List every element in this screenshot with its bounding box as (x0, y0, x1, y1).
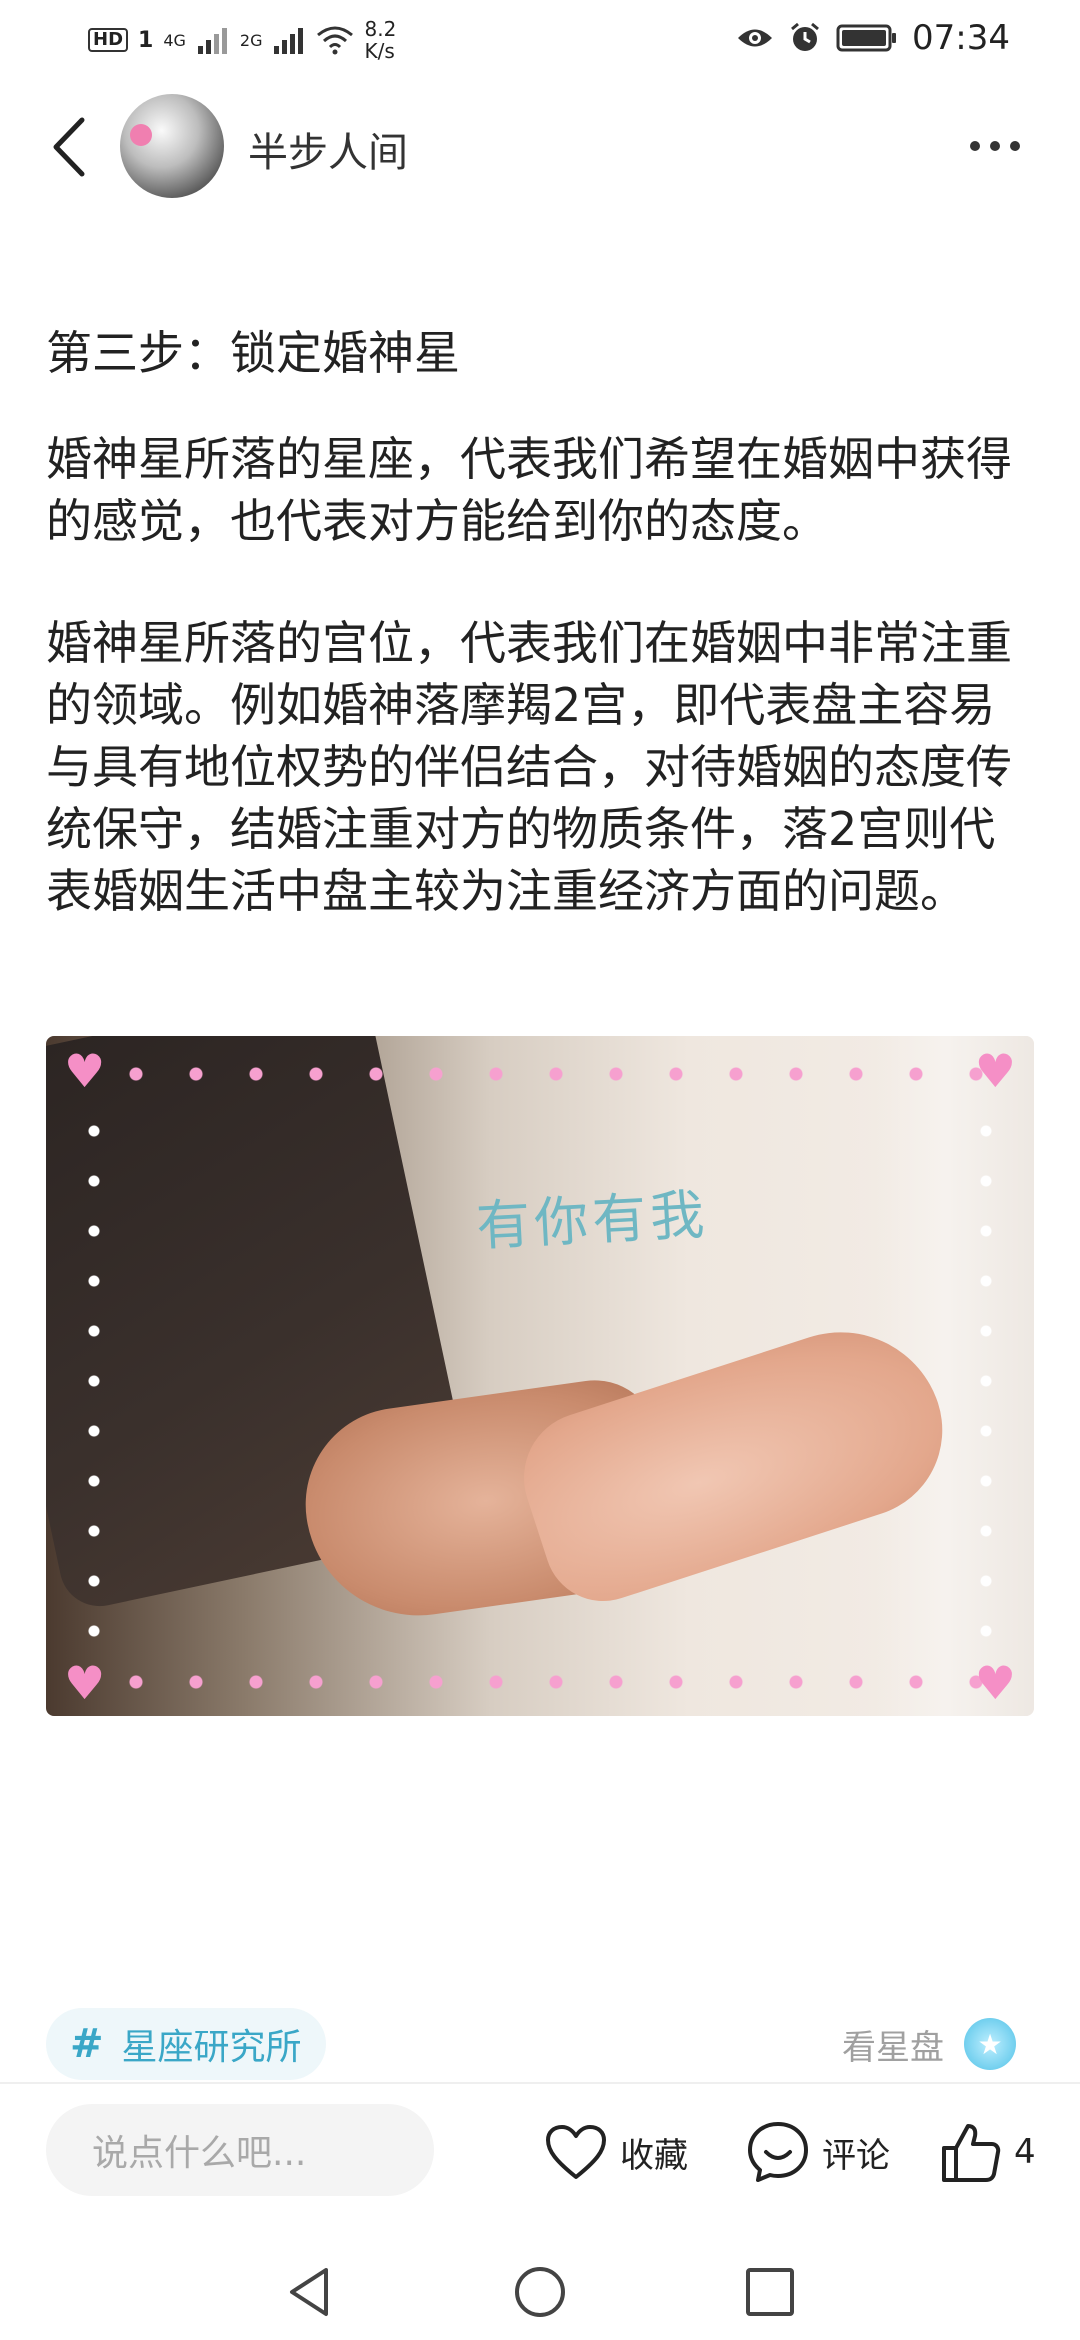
net-speed-value: 8.2 (364, 17, 397, 41)
comment-input[interactable]: 说点什么吧... (46, 2104, 434, 2196)
bottom-bar-divider (0, 2082, 1080, 2084)
signal-4g-label: 4G (163, 30, 186, 50)
heart-outline-icon (546, 2125, 606, 2179)
system-nav-bar (0, 2240, 1080, 2340)
back-arrow-icon[interactable] (42, 112, 102, 182)
hd-badge: HD (88, 28, 129, 52)
image-dot-border-left (86, 1106, 102, 1646)
comment-label: 评论 (822, 2135, 890, 2176)
like-count: 4 (1014, 2132, 1036, 2172)
dot (970, 141, 980, 151)
heart-icon: ♥ (974, 1656, 1016, 1710)
nav-back-triangle-icon[interactable] (282, 2264, 338, 2320)
status-left: HD 1 4G 2G 8.2 K/s (88, 18, 396, 62)
image-caption-art: 有你有我 (474, 1182, 710, 1259)
favorite-button[interactable]: 收藏 (544, 2112, 688, 2192)
hash-icon: # (70, 2021, 104, 2067)
post-header: 半步人间 (0, 90, 1080, 200)
image-dot-border-top (106, 1066, 986, 1082)
comment-button[interactable]: 评论 (746, 2112, 890, 2192)
net-speed: 8.2 K/s (364, 18, 396, 62)
see-chart-label: 看星盘 (842, 2027, 944, 2068)
nav-home-circle-icon[interactable] (512, 2264, 568, 2320)
favorite-label: 收藏 (620, 2135, 688, 2176)
sim1-label: 1 (138, 27, 154, 53)
battery-icon (836, 24, 897, 52)
article-paragraph-1: 婚神星所落的星座，代表我们希望在婚姻中获得的感觉，也代表对方能给到你的态度。 (46, 432, 1012, 548)
more-dots-icon[interactable] (970, 126, 1030, 166)
heart-icon: ♥ (64, 1656, 106, 1710)
like-button[interactable]: 4 (940, 2112, 1036, 2192)
signal-2g-label: 2G (239, 30, 263, 50)
dot (1010, 141, 1020, 151)
eye-icon (738, 29, 773, 47)
heart-icon: ♥ (64, 1044, 106, 1098)
nav-recents-square-icon[interactable] (742, 2264, 798, 2320)
signal-icon (274, 28, 304, 54)
image-dot-border-bottom (106, 1674, 986, 1690)
status-right: 07:34 (736, 18, 1010, 58)
article-heading: 第三步：锁定婚神星 (46, 326, 460, 380)
net-speed-unit: K/s (364, 39, 395, 63)
author-avatar[interactable] (120, 94, 224, 198)
alarm-icon (791, 22, 819, 51)
signal-icon (197, 28, 227, 54)
comment-bubble-icon (748, 2122, 808, 2182)
heart-icon: ♥ (974, 1044, 1016, 1098)
thumbs-up-icon (942, 2124, 1001, 2182)
avatar-flower-decoration (130, 124, 152, 146)
article-image[interactable]: ♥ ♥ ♥ ♥ 有你有我 (46, 1036, 1034, 1716)
topic-tag-label: 星座研究所 (121, 2027, 302, 2068)
image-dot-border-right (978, 1106, 994, 1646)
status-bar: HD 1 4G 2G 8.2 K/s 07:34 (0, 0, 1080, 80)
see-chart-link[interactable]: 看星盘 ★ (842, 2018, 1016, 2070)
dot (990, 141, 1000, 151)
wifi-icon (317, 26, 354, 55)
star-icon: ★ (964, 2018, 1016, 2070)
author-name[interactable]: 半步人间 (248, 120, 408, 178)
clock-time: 07:34 (912, 18, 1010, 58)
topic-tag[interactable]: # 星座研究所 (46, 2008, 326, 2080)
article-paragraph-2: 婚神星所落的宫位，代表我们在婚姻中非常注重的领域。例如婚神落摩羯2宫，即代表盘主… (46, 616, 1012, 918)
